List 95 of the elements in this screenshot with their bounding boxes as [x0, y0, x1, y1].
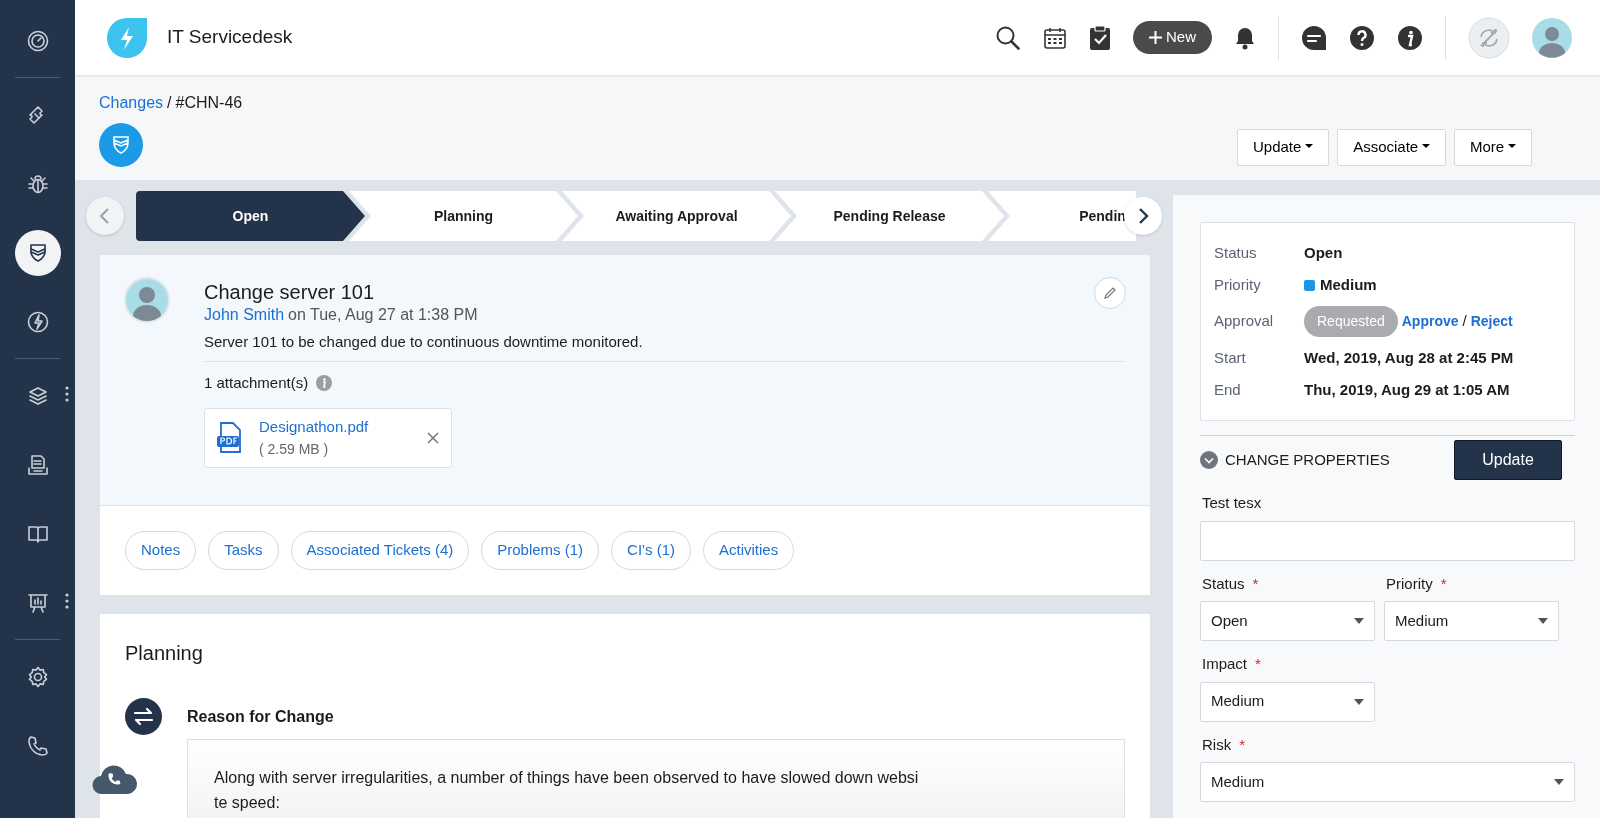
dropdown-button[interactable]: More [1454, 129, 1532, 166]
select-field[interactable]: Medium [1200, 681, 1375, 722]
caret-icon [1354, 698, 1364, 705]
select-value: Medium [1211, 771, 1265, 792]
avatar [124, 277, 170, 323]
select-value: Medium [1395, 610, 1449, 631]
reject-link[interactable]: Reject [1470, 311, 1513, 332]
field-label: Test tesx [1202, 494, 1262, 511]
tab-pill[interactable]: Associated Tickets (4) [290, 531, 470, 570]
reason-text: Along with server irregularities, a number of things have been observed to have slowed down websi te speed: [214, 768, 920, 813]
stage-step[interactable]: Awaiting Approval [562, 191, 791, 241]
field-label: Status [1202, 574, 1245, 592]
avatar[interactable] [1532, 17, 1572, 58]
cloud-phone-icon[interactable] [92, 762, 138, 796]
caret-icon [1354, 618, 1364, 624]
select-value: Open [1211, 610, 1248, 631]
breadcrumb-separator: / [167, 93, 172, 113]
chevron-icon[interactable] [1200, 451, 1218, 469]
field-label: Priority [1214, 274, 1262, 295]
text-field[interactable] [1200, 520, 1575, 561]
logo-icon [105, 15, 149, 60]
tab-pill[interactable]: Activities [703, 531, 795, 570]
caret-icon [1538, 618, 1548, 624]
required-mark: * [1239, 735, 1245, 753]
tab-pill[interactable]: Notes [125, 531, 197, 570]
chevron-left-icon [99, 207, 111, 225]
select-field[interactable]: Medium [1384, 601, 1559, 641]
select-value: Medium [1211, 691, 1265, 712]
tab-pill[interactable]: Problems (1) [481, 531, 600, 570]
field-label: Priority [1386, 574, 1433, 592]
plus-icon [1149, 31, 1162, 44]
search-icon[interactable] [995, 24, 1021, 51]
section-heading: CHANGE PROPERTIES [1225, 449, 1390, 470]
swap-icon [125, 698, 162, 735]
field-value: Thu, 2019, Aug 29 at 1:05 AM [1304, 379, 1510, 400]
attachment-count: 1 attachment(s) [204, 372, 309, 393]
chat-icon[interactable] [1301, 24, 1327, 51]
field-label: Risk [1202, 735, 1232, 753]
dropdown-button[interactable]: Update [1236, 129, 1330, 166]
stage-step[interactable]: Pending Release [775, 191, 1004, 241]
select-field[interactable]: Medium [1200, 762, 1575, 802]
stage-step[interactable]: Pendin [988, 191, 1136, 241]
new-button[interactable]: New [1133, 21, 1212, 54]
field-label: Status [1214, 242, 1258, 263]
caret-icon [1554, 779, 1564, 785]
link-separator: / [1462, 311, 1467, 332]
required-mark: * [1255, 655, 1261, 672]
tab-pill[interactable]: Tasks [208, 531, 279, 570]
field-value: Medium [1320, 274, 1377, 295]
select-field[interactable]: Open [1200, 601, 1375, 641]
change-icon [99, 123, 143, 167]
info-icon[interactable] [1397, 24, 1423, 51]
pdf-file-icon [217, 421, 243, 454]
update-button[interactable]: Update [1454, 440, 1562, 480]
app-title: IT Servicedesk [167, 25, 293, 50]
attachment-card[interactable]: Designathon.pdf ( 2.59 MB ) [204, 408, 452, 468]
ticket-description: Server 101 to be changed due to continuous downtime monitored. [204, 331, 1126, 362]
phone-icon [25, 733, 50, 758]
stage-step[interactable]: Open [136, 191, 365, 241]
field-label: Approval [1214, 311, 1275, 332]
help-icon[interactable] [1349, 24, 1375, 51]
document-icon [25, 452, 50, 477]
reason-title: Reason for Change [187, 706, 334, 727]
edit-button[interactable] [1094, 277, 1126, 309]
ticket-title: Change server 101 [204, 280, 375, 305]
required-mark: * [1252, 574, 1259, 592]
stage-step[interactable]: Planning [349, 191, 578, 241]
attachment-link[interactable]: Designathon.pdf [259, 416, 369, 439]
close-icon[interactable] [427, 431, 439, 444]
lightning-icon [25, 309, 50, 334]
tab-pill[interactable]: CI's (1) [611, 531, 691, 570]
breadcrumb-link[interactable]: Changes [99, 91, 164, 115]
more-icon[interactable] [65, 593, 69, 609]
field-label: Start [1214, 347, 1247, 368]
author-link[interactable]: John Smith [204, 303, 285, 327]
next-button[interactable] [1124, 197, 1162, 235]
gauge-icon [25, 28, 50, 53]
breadcrumb-current: #CHN-46 [175, 93, 243, 113]
field-label: End [1214, 379, 1242, 400]
field-value: Wed, 2019, Aug 28 at 2:45 PM [1304, 347, 1514, 368]
status-badge: Requested [1304, 306, 1398, 337]
chevron-right-icon [1137, 207, 1149, 225]
calendar-icon[interactable] [1043, 25, 1067, 50]
ticket-date: on Tue, Aug 27 at 1:38 PM [288, 305, 478, 325]
section-heading: Planning [125, 641, 204, 666]
dropdown-button[interactable]: Associate [1337, 129, 1446, 166]
more-icon[interactable] [65, 386, 69, 402]
file-size: ( 2.59 MB ) [259, 439, 330, 459]
pencil-icon [1103, 286, 1117, 300]
approve-link[interactable]: Approve [1401, 311, 1459, 332]
field-label: Impact [1202, 655, 1247, 672]
bell-icon[interactable] [1234, 25, 1256, 50]
clipboard-check-icon[interactable] [1089, 24, 1111, 51]
required-mark: * [1440, 574, 1447, 592]
field-value: Open [1304, 242, 1343, 263]
